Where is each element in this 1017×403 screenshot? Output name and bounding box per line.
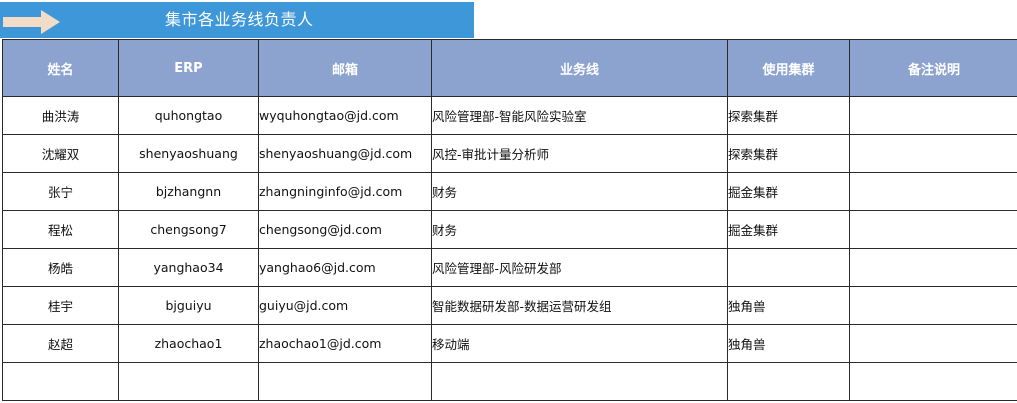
cell-email[interactable]: zhaochao1@jd.com [258, 324, 432, 363]
cell-note [849, 248, 1017, 287]
header-name: 姓名 [2, 39, 119, 97]
cell-email[interactable]: yanghao6@jd.com [258, 248, 432, 287]
cell-email [258, 362, 432, 401]
cell-cluster: 探索集群 [727, 96, 850, 135]
table-row[interactable]: 张宁 bjzhangnn zhangninginfo@jd.com 财务 掘金集群 [2, 172, 1017, 211]
table-row[interactable]: 曲洪涛 quhongtao wyquhongtao@jd.com 风险管理部-智能风险… [2, 96, 1017, 135]
cell-cluster [727, 362, 850, 401]
cell-business-line: 风控-审批计量分析师 [431, 134, 728, 173]
table-row[interactable]: 桂宇 bjguiyu guiyu@jd.com 智能数据研发部-数据运营研发组 独角兽 [2, 286, 1017, 325]
owners-table: 姓名 ERP 邮箱 业务线 使用集群 备注说明 曲洪涛 quhongtao wyqu… [2, 39, 1017, 401]
cell-erp: bjzhangnn [118, 172, 259, 211]
cell-business-line: 财务 [431, 210, 728, 249]
cell-note [849, 172, 1017, 211]
cell-business-line: 风险管理部-智能风险实验室 [431, 96, 728, 135]
table-row[interactable] [2, 362, 1017, 401]
cell-email[interactable]: shenyaoshuang@jd.com [258, 134, 432, 173]
cell-name: 杨皓 [2, 248, 119, 287]
header-note: 备注说明 [849, 39, 1017, 97]
cell-note [849, 324, 1017, 363]
cell-email[interactable]: wyquhongtao@jd.com [258, 96, 432, 135]
cell-note [849, 210, 1017, 249]
cell-business-line [431, 362, 728, 401]
table-row[interactable]: 程松 chengsong7 chengsong@jd.com 财务 掘金集群 [2, 210, 1017, 249]
header-email: 邮箱 [258, 39, 432, 97]
cell-cluster [727, 248, 850, 287]
cell-erp: bjguiyu [118, 286, 259, 325]
header-erp: ERP [118, 39, 259, 97]
cell-email: zhangninginfo@jd.com [258, 172, 432, 211]
cell-note [849, 286, 1017, 325]
cell-erp [118, 362, 259, 401]
cell-name: 桂宇 [2, 286, 119, 325]
cell-name: 曲洪涛 [2, 96, 119, 135]
cell-email: chengsong@jd.com [258, 210, 432, 249]
cell-name: 沈耀双 [2, 134, 119, 173]
cell-note [849, 96, 1017, 135]
banner-title: 集市各业务线负责人 [165, 10, 314, 29]
cell-erp: zhaochao1 [118, 324, 259, 363]
table-row[interactable]: 赵超 zhaochao1 zhaochao1@jd.com 移动端 独角兽 [2, 324, 1017, 363]
table-body: 曲洪涛 quhongtao wyquhongtao@jd.com 风险管理部-智能风险… [2, 96, 1017, 401]
cell-business-line: 智能数据研发部-数据运营研发组 [431, 286, 728, 325]
cell-name: 程松 [2, 210, 119, 249]
cell-name: 赵超 [2, 324, 119, 363]
cell-erp: quhongtao [118, 96, 259, 135]
table-row[interactable]: 杨皓 yanghao34 yanghao6@jd.com 风险管理部-风险研发部 [2, 248, 1017, 287]
cell-erp: chengsong7 [118, 210, 259, 249]
cell-cluster: 独角兽 [727, 324, 850, 363]
cell-cluster: 独角兽 [727, 286, 850, 325]
cell-business-line: 移动端 [431, 324, 728, 363]
cell-cluster: 掘金集群 [727, 210, 850, 249]
table-row[interactable]: 沈耀双 shenyaoshuang shenyaoshuang@jd.com 风控-审… [2, 134, 1017, 173]
header-cluster: 使用集群 [727, 39, 850, 97]
cell-erp: yanghao34 [118, 248, 259, 287]
title-banner: 集市各业务线负责人 [0, 2, 474, 38]
cell-note [849, 362, 1017, 401]
arrow-right-icon [3, 10, 60, 34]
cell-business-line: 财务 [431, 172, 728, 211]
cell-cluster: 掘金集群 [727, 172, 850, 211]
table-header-row: 姓名 ERP 邮箱 业务线 使用集群 备注说明 [2, 39, 1017, 97]
cell-name [2, 362, 119, 401]
cell-business-line: 风险管理部-风险研发部 [431, 248, 728, 287]
cell-erp: shenyaoshuang [118, 134, 259, 173]
cell-email[interactable]: guiyu@jd.com [258, 286, 432, 325]
cell-note [849, 134, 1017, 173]
cell-cluster: 探索集群 [727, 134, 850, 173]
cell-name: 张宁 [2, 172, 119, 211]
header-business-line: 业务线 [431, 39, 728, 97]
